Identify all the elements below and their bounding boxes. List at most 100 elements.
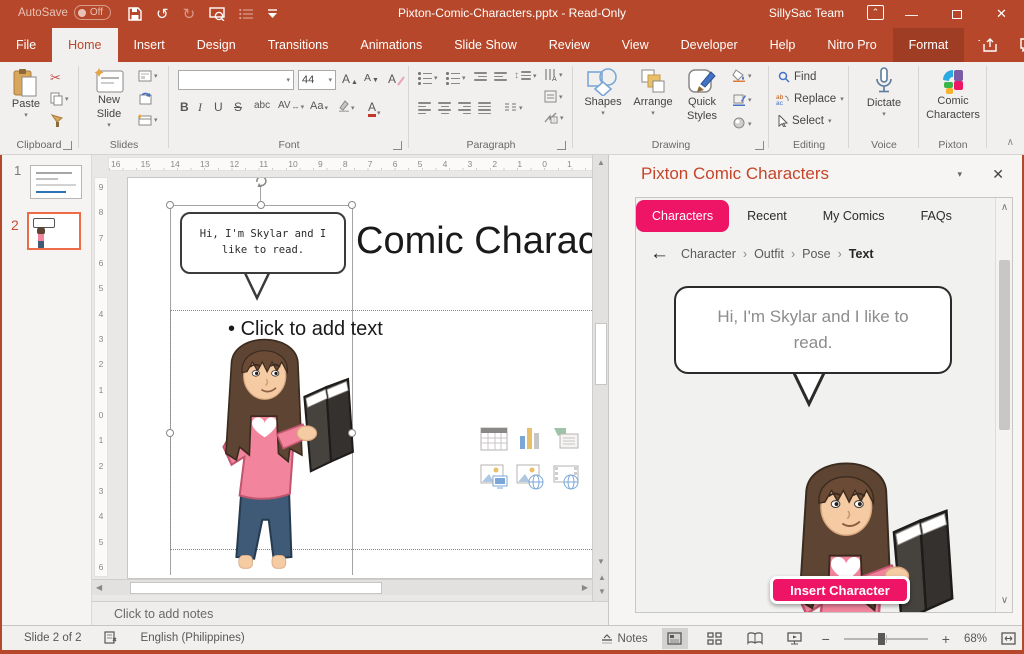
pane-scroll-thumb[interactable]	[999, 260, 1010, 430]
insert-table-icon[interactable]	[480, 426, 508, 452]
pixton-tab[interactable]: FAQs	[903, 200, 970, 232]
normal-view-button[interactable]	[662, 628, 688, 649]
decrease-indent-icon[interactable]	[474, 72, 487, 81]
replace-button[interactable]: abac Replace▾	[776, 93, 844, 105]
align-left-icon[interactable]	[418, 102, 431, 114]
reading-view-button[interactable]	[742, 628, 768, 649]
pixton-tab[interactable]: Recent	[729, 200, 805, 232]
scroll-right-icon[interactable]: ▶	[582, 583, 588, 592]
font-size-combo[interactable]: 44▾	[298, 70, 336, 90]
highlight-color-icon[interactable]: ▾	[338, 100, 355, 112]
fit-to-window-icon[interactable]	[1001, 632, 1016, 645]
breadcrumb-item[interactable]: Outfit	[754, 247, 802, 261]
cut-icon[interactable]: ✂	[50, 70, 61, 86]
share-icon[interactable]	[982, 38, 998, 53]
clear-formatting-icon[interactable]: A	[388, 72, 405, 86]
ribbon-tab[interactable]: Transitions	[252, 28, 345, 62]
find-button[interactable]: Find	[778, 71, 816, 83]
zoom-slider-thumb[interactable]	[878, 633, 885, 645]
start-slideshow-icon[interactable]	[209, 7, 225, 21]
smartart-convert-icon[interactable]: ▾	[544, 112, 564, 124]
notes-pane[interactable]: Click to add notes	[92, 601, 608, 625]
align-right-icon[interactable]	[458, 102, 471, 114]
ribbon-tab[interactable]: Help	[754, 28, 812, 62]
customize-qat-icon[interactable]	[268, 9, 277, 19]
comic-characters-button[interactable]: Comic Characters	[924, 67, 982, 123]
undo-icon[interactable]: ↺	[156, 5, 169, 23]
ribbon-tab[interactable]: Nitro Pro	[811, 28, 892, 62]
handle-mid-right[interactable]	[348, 429, 356, 437]
slideshow-view-button[interactable]	[782, 628, 808, 649]
shape-effects-icon[interactable]: ▾	[732, 117, 752, 130]
ribbon-tab[interactable]: View	[606, 28, 665, 62]
new-slide-button[interactable]: New Slide ▾	[86, 68, 132, 130]
breadcrumb-item[interactable]: Character	[681, 247, 754, 261]
numbered-list-icon[interactable]	[239, 8, 254, 20]
drawing-dialog-launcher[interactable]	[755, 141, 764, 150]
scroll-down-icon[interactable]: ▼	[593, 557, 608, 566]
ribbon-tab[interactable]: Design	[181, 28, 252, 62]
arrange-button[interactable]: Arrange ▾	[630, 68, 676, 119]
vertical-scroll-thumb[interactable]	[595, 323, 607, 385]
handle-top-right[interactable]	[348, 201, 356, 209]
pane-scroll-down-icon[interactable]: ∨	[996, 595, 1013, 606]
shrink-font-icon[interactable]: A▼	[364, 72, 379, 84]
slide-canvas[interactable]: Hi, I'm Skylar and I like to read. Comic…	[128, 178, 608, 578]
font-dialog-launcher[interactable]	[393, 141, 402, 150]
previous-slide-button[interactable]: ▲	[593, 573, 608, 582]
zoom-slider[interactable]	[844, 638, 928, 640]
handle-top-left[interactable]	[166, 201, 174, 209]
comments-icon[interactable]	[1020, 38, 1024, 52]
bold-button[interactable]: B	[180, 100, 189, 114]
shape-outline-icon[interactable]: ▾	[732, 93, 752, 106]
handle-mid-left[interactable]	[166, 429, 174, 437]
slide-counter[interactable]: Slide 2 of 2	[24, 632, 82, 644]
change-case-icon[interactable]: Aa▾	[310, 100, 328, 112]
format-painter-icon[interactable]	[50, 114, 64, 127]
pane-close-icon[interactable]: ✕	[992, 166, 1004, 183]
insert-online-pictures-icon[interactable]	[516, 464, 544, 490]
pixton-tab[interactable]: Characters	[636, 200, 729, 232]
ribbon-display-options-icon[interactable]: ⌃	[867, 5, 884, 20]
ribbon-tab[interactable]: Insert	[118, 28, 181, 62]
insert-pictures-icon[interactable]	[480, 464, 508, 490]
ribbon-tab[interactable]: Format	[893, 28, 965, 62]
select-button[interactable]: Select▾	[778, 115, 831, 127]
character-spacing-icon[interactable]: AV↔▾	[278, 100, 304, 111]
grow-font-icon[interactable]: A▲	[342, 72, 358, 86]
notes-toggle[interactable]: Notes	[601, 633, 648, 645]
spell-check-icon[interactable]	[104, 631, 119, 644]
handle-top-center[interactable]	[257, 201, 265, 209]
font-color-icon[interactable]: A▾	[368, 100, 381, 117]
next-slide-button[interactable]: ▼	[593, 587, 608, 596]
dictate-button[interactable]: Dictate ▾	[862, 67, 906, 120]
comic-character-image[interactable]	[183, 320, 361, 578]
maximize-button[interactable]	[934, 0, 979, 28]
zoom-in-button[interactable]: +	[942, 631, 950, 647]
scroll-up-icon[interactable]: ▲	[593, 158, 608, 167]
slide-1-thumbnail[interactable]	[30, 165, 82, 199]
autosave-toggle[interactable]: AutoSave Off	[18, 5, 111, 20]
pane-scrollbar[interactable]: ∧ ∨	[995, 198, 1012, 612]
copy-icon[interactable]: ▾	[50, 92, 69, 106]
bullets-icon[interactable]: ▾	[418, 72, 438, 85]
ribbon-tab[interactable]: Review	[533, 28, 606, 62]
slide-sorter-view-button[interactable]	[702, 628, 728, 649]
ribbon-tab[interactable]: Slide Show	[438, 28, 533, 62]
breadcrumb-item[interactable]: Text	[849, 247, 874, 261]
text-direction-icon[interactable]: A▾	[544, 68, 563, 81]
back-arrow-icon[interactable]: ←	[650, 244, 669, 263]
zoom-level[interactable]: 68%	[964, 633, 987, 645]
quick-styles-button[interactable]: Quick Styles	[680, 68, 724, 124]
pixton-tab[interactable]: My Comics	[805, 200, 903, 232]
ribbon-tab[interactable]: File	[0, 28, 52, 62]
numbering-icon[interactable]: ▾	[446, 72, 466, 85]
paragraph-dialog-launcher[interactable]	[557, 141, 566, 150]
text-shadow-button[interactable]: abc	[254, 100, 270, 111]
section-icon[interactable]: ▾	[138, 114, 158, 126]
pane-scroll-up-icon[interactable]: ∧	[996, 202, 1013, 213]
align-center-icon[interactable]	[438, 102, 451, 114]
save-icon[interactable]	[128, 7, 142, 21]
reset-slide-icon[interactable]	[138, 92, 152, 105]
insert-chart-icon[interactable]	[516, 426, 544, 452]
